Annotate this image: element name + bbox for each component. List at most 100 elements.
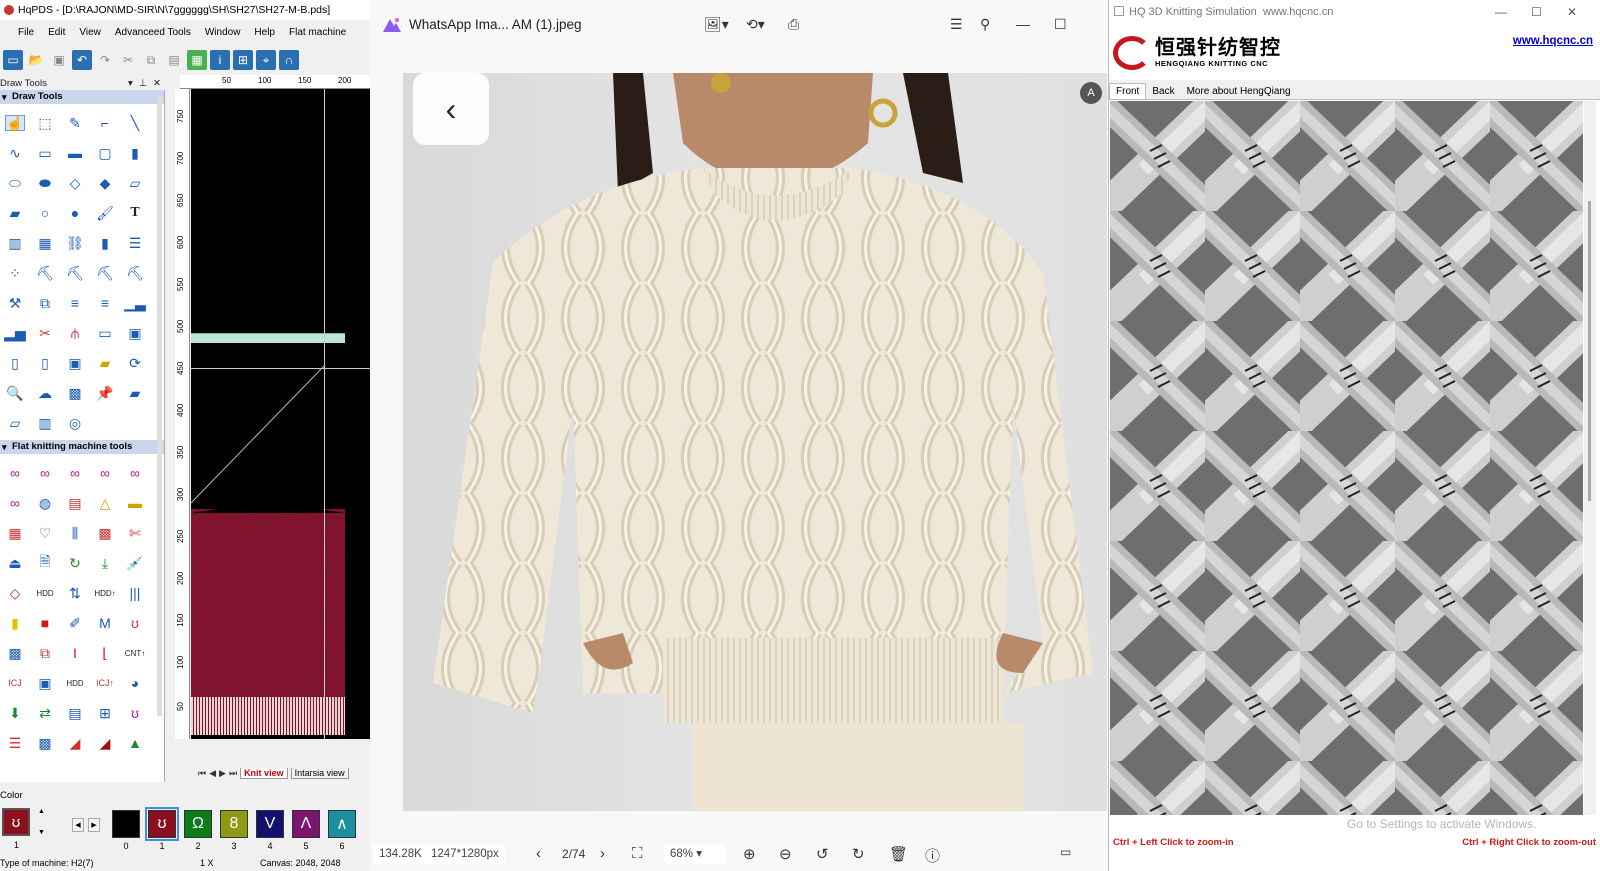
tool-rows[interactable]: ☰ (120, 228, 150, 258)
flat-tool-42[interactable]: ⇄ (30, 698, 60, 728)
align-icon[interactable]: ⌖ (256, 50, 276, 70)
flat-tool-49[interactable]: ◢ (90, 728, 120, 758)
flat-tool-7[interactable]: ◍ (30, 488, 60, 518)
copy-icon[interactable]: ⧉ (141, 50, 161, 70)
tool-dashed-parallelogram[interactable]: ▱ (0, 408, 30, 438)
tool-text[interactable]: T (120, 198, 150, 228)
design-canvas[interactable] (191, 89, 370, 739)
flat-tool-4[interactable]: ∞ (90, 458, 120, 488)
cut-icon[interactable]: ✂ (118, 50, 138, 70)
tab-knit-view[interactable]: Knit view (240, 767, 288, 779)
tool-circle[interactable]: ○ (30, 198, 60, 228)
dock-close-icon[interactable]: ✕ (153, 78, 161, 89)
tool-link[interactable]: ⛓ (60, 228, 90, 258)
tool-brush[interactable]: 🖌 (90, 198, 120, 228)
flat-tool-38[interactable]: HDD (60, 668, 90, 698)
tool-map[interactable]: ▩ (60, 378, 90, 408)
menu-edit[interactable]: Edit (41, 27, 72, 38)
info-icon[interactable]: i (210, 50, 230, 70)
tool-ellipse[interactable]: ⬭ (0, 168, 30, 198)
menu-icon[interactable]: ☰ (950, 16, 963, 33)
flat-tool-6[interactable]: ∞ (0, 488, 30, 518)
tool-diamond-fill[interactable]: ◆ (90, 168, 120, 198)
tool-line[interactable]: ╲ (120, 108, 150, 138)
flat-tool-18[interactable]: ↻ (60, 548, 90, 578)
flat-tool-5[interactable]: ∞ (120, 458, 150, 488)
tool-panel-scrollbar[interactable] (157, 96, 162, 716)
tool-scissors[interactable]: ✂ (30, 318, 60, 348)
flat-tool-20[interactable]: 💉 (120, 548, 150, 578)
flat-tool-17[interactable]: 🗎 (30, 548, 60, 578)
draw-tools-section[interactable]: Draw Tools (0, 90, 164, 104)
tool-bars-2[interactable]: ▥ (30, 408, 60, 438)
zoom-region-icon[interactable]: ⊞ (233, 50, 253, 70)
dock-pin-icon[interactable]: ⊥ (139, 78, 147, 89)
flat-tool-29[interactable]: M (90, 608, 120, 638)
flat-tool-26[interactable]: ▮ (0, 608, 30, 638)
color-swatch-1[interactable]: ʊ (145, 807, 179, 841)
color-swatch-4[interactable]: V (256, 810, 284, 838)
tool-circle-fill[interactable]: ● (60, 198, 90, 228)
flat-tool-37[interactable]: ▣ (30, 668, 60, 698)
tool-pattern[interactable]: ▦ (30, 228, 60, 258)
tool-pencil[interactable]: ✎ (60, 108, 90, 138)
website-link[interactable]: www.hqcnc.cn (1513, 35, 1593, 47)
next-image-icon[interactable]: › (600, 845, 605, 862)
tool-histogram[interactable]: ▁▃ (120, 288, 150, 318)
tool-fill-1[interactable]: ⛏ (30, 258, 60, 288)
scroll-thumb[interactable] (1588, 201, 1591, 501)
tool-parallelogram[interactable]: ▱ (120, 168, 150, 198)
flat-tool-10[interactable]: ▬ (120, 488, 150, 518)
tool-rect-fill[interactable]: ▬ (60, 138, 90, 168)
flat-tool-24[interactable]: HDD↑ (90, 578, 120, 608)
tool-curve[interactable]: ∿ (0, 138, 30, 168)
edit-image-icon[interactable]: 🖼▾ (704, 16, 729, 33)
flat-tool-12[interactable]: ♡ (30, 518, 60, 548)
flat-tool-47[interactable]: ▩ (30, 728, 60, 758)
flat-tool-16[interactable]: ⏏ (0, 548, 30, 578)
zoom-dropdown[interactable]: 68% ▾ (664, 844, 726, 864)
palette-next-button[interactable]: ▶ (88, 818, 100, 832)
current-color-swatch[interactable]: ʊ (2, 808, 30, 836)
color-spinner[interactable]: ▲ ▼ (38, 808, 48, 836)
menu-window[interactable]: Window (198, 27, 248, 38)
flat-tool-21[interactable]: ◇ (0, 578, 30, 608)
rotate-crop-icon[interactable]: ⟲▾ (746, 16, 765, 33)
flat-tool-43[interactable]: ▤ (60, 698, 90, 728)
flat-tool-25[interactable]: ||| (120, 578, 150, 608)
minimize-icon[interactable]: — (1016, 16, 1030, 32)
tool-stats[interactable]: ▂▅ (0, 318, 30, 348)
flat-tool-34[interactable]: ⌊ (90, 638, 120, 668)
open-folder-icon[interactable]: 📂 (26, 50, 46, 70)
tool-panel-c[interactable]: ▣ (60, 348, 90, 378)
print-icon[interactable]: ⎙ (788, 16, 799, 33)
menu-flat-machine[interactable]: Flat machine (282, 27, 353, 38)
flat-tool-22[interactable]: HDD (30, 578, 60, 608)
tool-parallelogram-fill[interactable]: ▰ (0, 198, 30, 228)
flat-tool-15[interactable]: ✄ (120, 518, 150, 548)
knit-simulation-view[interactable] (1110, 101, 1583, 815)
visual-search-icon[interactable]: A (1080, 82, 1102, 104)
flat-tool-23[interactable]: ⇅ (60, 578, 90, 608)
tool-round-rect-fill[interactable]: ▮ (120, 138, 150, 168)
tool-eraser[interactable]: ▰ (90, 348, 120, 378)
menu-view[interactable]: View (72, 27, 108, 38)
tool-rubber[interactable]: ▰ (120, 378, 150, 408)
tab-back[interactable]: Back (1146, 84, 1180, 99)
delete-icon[interactable]: 🗑 (889, 845, 908, 863)
sim-maximize-icon[interactable]: ☐ (1531, 5, 1542, 19)
tab-front[interactable]: Front (1109, 83, 1147, 99)
sim-minimize-icon[interactable]: — (1495, 5, 1507, 19)
flat-tool-44[interactable]: ⊞ (90, 698, 120, 728)
tool-split[interactable]: ⫛ (60, 318, 90, 348)
color-swatch-0[interactable] (112, 810, 140, 838)
flat-tool-41[interactable]: ⬇ (0, 698, 30, 728)
curve-icon[interactable]: ∩ (279, 50, 299, 70)
tool-refresh[interactable]: ⟳ (120, 348, 150, 378)
flat-tool-13[interactable]: ⫼ (60, 518, 90, 548)
tool-monitor[interactable]: ▣ (120, 318, 150, 348)
tool-select-hand[interactable]: ☝ (0, 108, 30, 138)
flat-tool-48[interactable]: ◢ (60, 728, 90, 758)
tool-rect[interactable]: ▭ (30, 138, 60, 168)
tool-ellipse-fill[interactable]: ⬬ (30, 168, 60, 198)
